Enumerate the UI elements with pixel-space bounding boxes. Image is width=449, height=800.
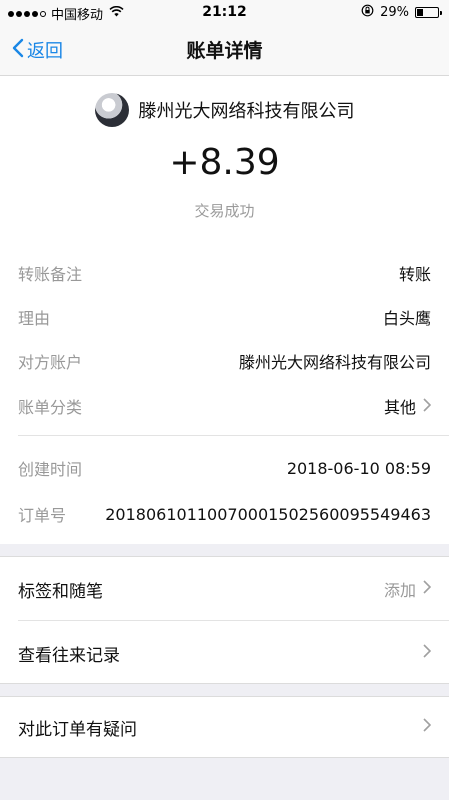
order-label: 订单号 [18,506,67,525]
history-label: 查看往来记录 [18,645,120,666]
tags-add[interactable]: 添加 [383,577,432,601]
nav-bar: 返回 账单详情 [0,24,449,76]
category-value-wrap[interactable]: 其他 [383,394,432,418]
chevron-right-icon [423,643,432,663]
created-label: 创建时间 [18,460,83,479]
category-value: 其他 [383,398,416,417]
battery-percent: 29% [380,5,409,20]
detail-row-order: 订单号 20180610110070001502560095549463 [18,502,431,526]
transaction-status: 交易成功 [194,202,255,220]
reason-label: 理由 [18,309,51,328]
counterparty-label: 对方账户 [18,353,83,372]
detail-row-category[interactable]: 账单分类 其他 [18,394,432,418]
reason-value: 白头鹰 [382,309,431,328]
tags-row[interactable]: 标签和随笔 添加 [18,577,432,602]
detail-row-counterparty: 对方账户 滕州光大网络科技有限公司 [18,349,431,373]
detail-row-note: 转账备注 转账 [18,261,431,285]
merchant-avatar [94,93,129,127]
question-label: 对此订单有疑问 [18,719,137,740]
tags-label: 标签和随笔 [18,581,103,602]
category-label: 账单分类 [18,398,83,417]
created-value: 2018-06-10 08:59 [286,458,431,478]
history-row[interactable]: 查看往来记录 [18,641,432,666]
chevron-right-icon [423,397,432,416]
merchant-header: 滕州光大网络科技有限公司 [0,93,449,127]
note-value: 转账 [398,265,431,284]
tags-hint: 添加 [383,581,416,600]
battery-icon [415,7,442,18]
transaction-card: 滕州光大网络科技有限公司 +8.39 交易成功 转账备注 转账 理由 白头鹰 对… [0,76,449,544]
details-divider [18,435,449,436]
chevron-right-icon [423,579,432,599]
status-bar: 中国移动 21:12 29% [0,0,449,24]
status-right: 29% [361,4,442,21]
chevron-right-icon [423,717,432,737]
question-row[interactable]: 对此订单有疑问 [18,715,432,740]
question-group: 对此订单有疑问 [0,696,449,758]
list-divider [18,620,449,621]
merchant-name: 滕州光大网络科技有限公司 [138,101,355,122]
transaction-amount: +8.39 [169,142,280,183]
actions-group: 标签和随笔 添加 查看往来记录 [0,556,449,684]
order-value: 20180610110070001502560095549463 [105,504,431,524]
note-label: 转账备注 [18,265,83,284]
counterparty-value: 滕州光大网络科技有限公司 [238,353,431,372]
detail-row-reason: 理由 白头鹰 [18,305,431,329]
page-title: 账单详情 [186,40,263,62]
rotation-lock-icon [361,4,374,21]
detail-row-created: 创建时间 2018-06-10 08:59 [18,456,431,480]
